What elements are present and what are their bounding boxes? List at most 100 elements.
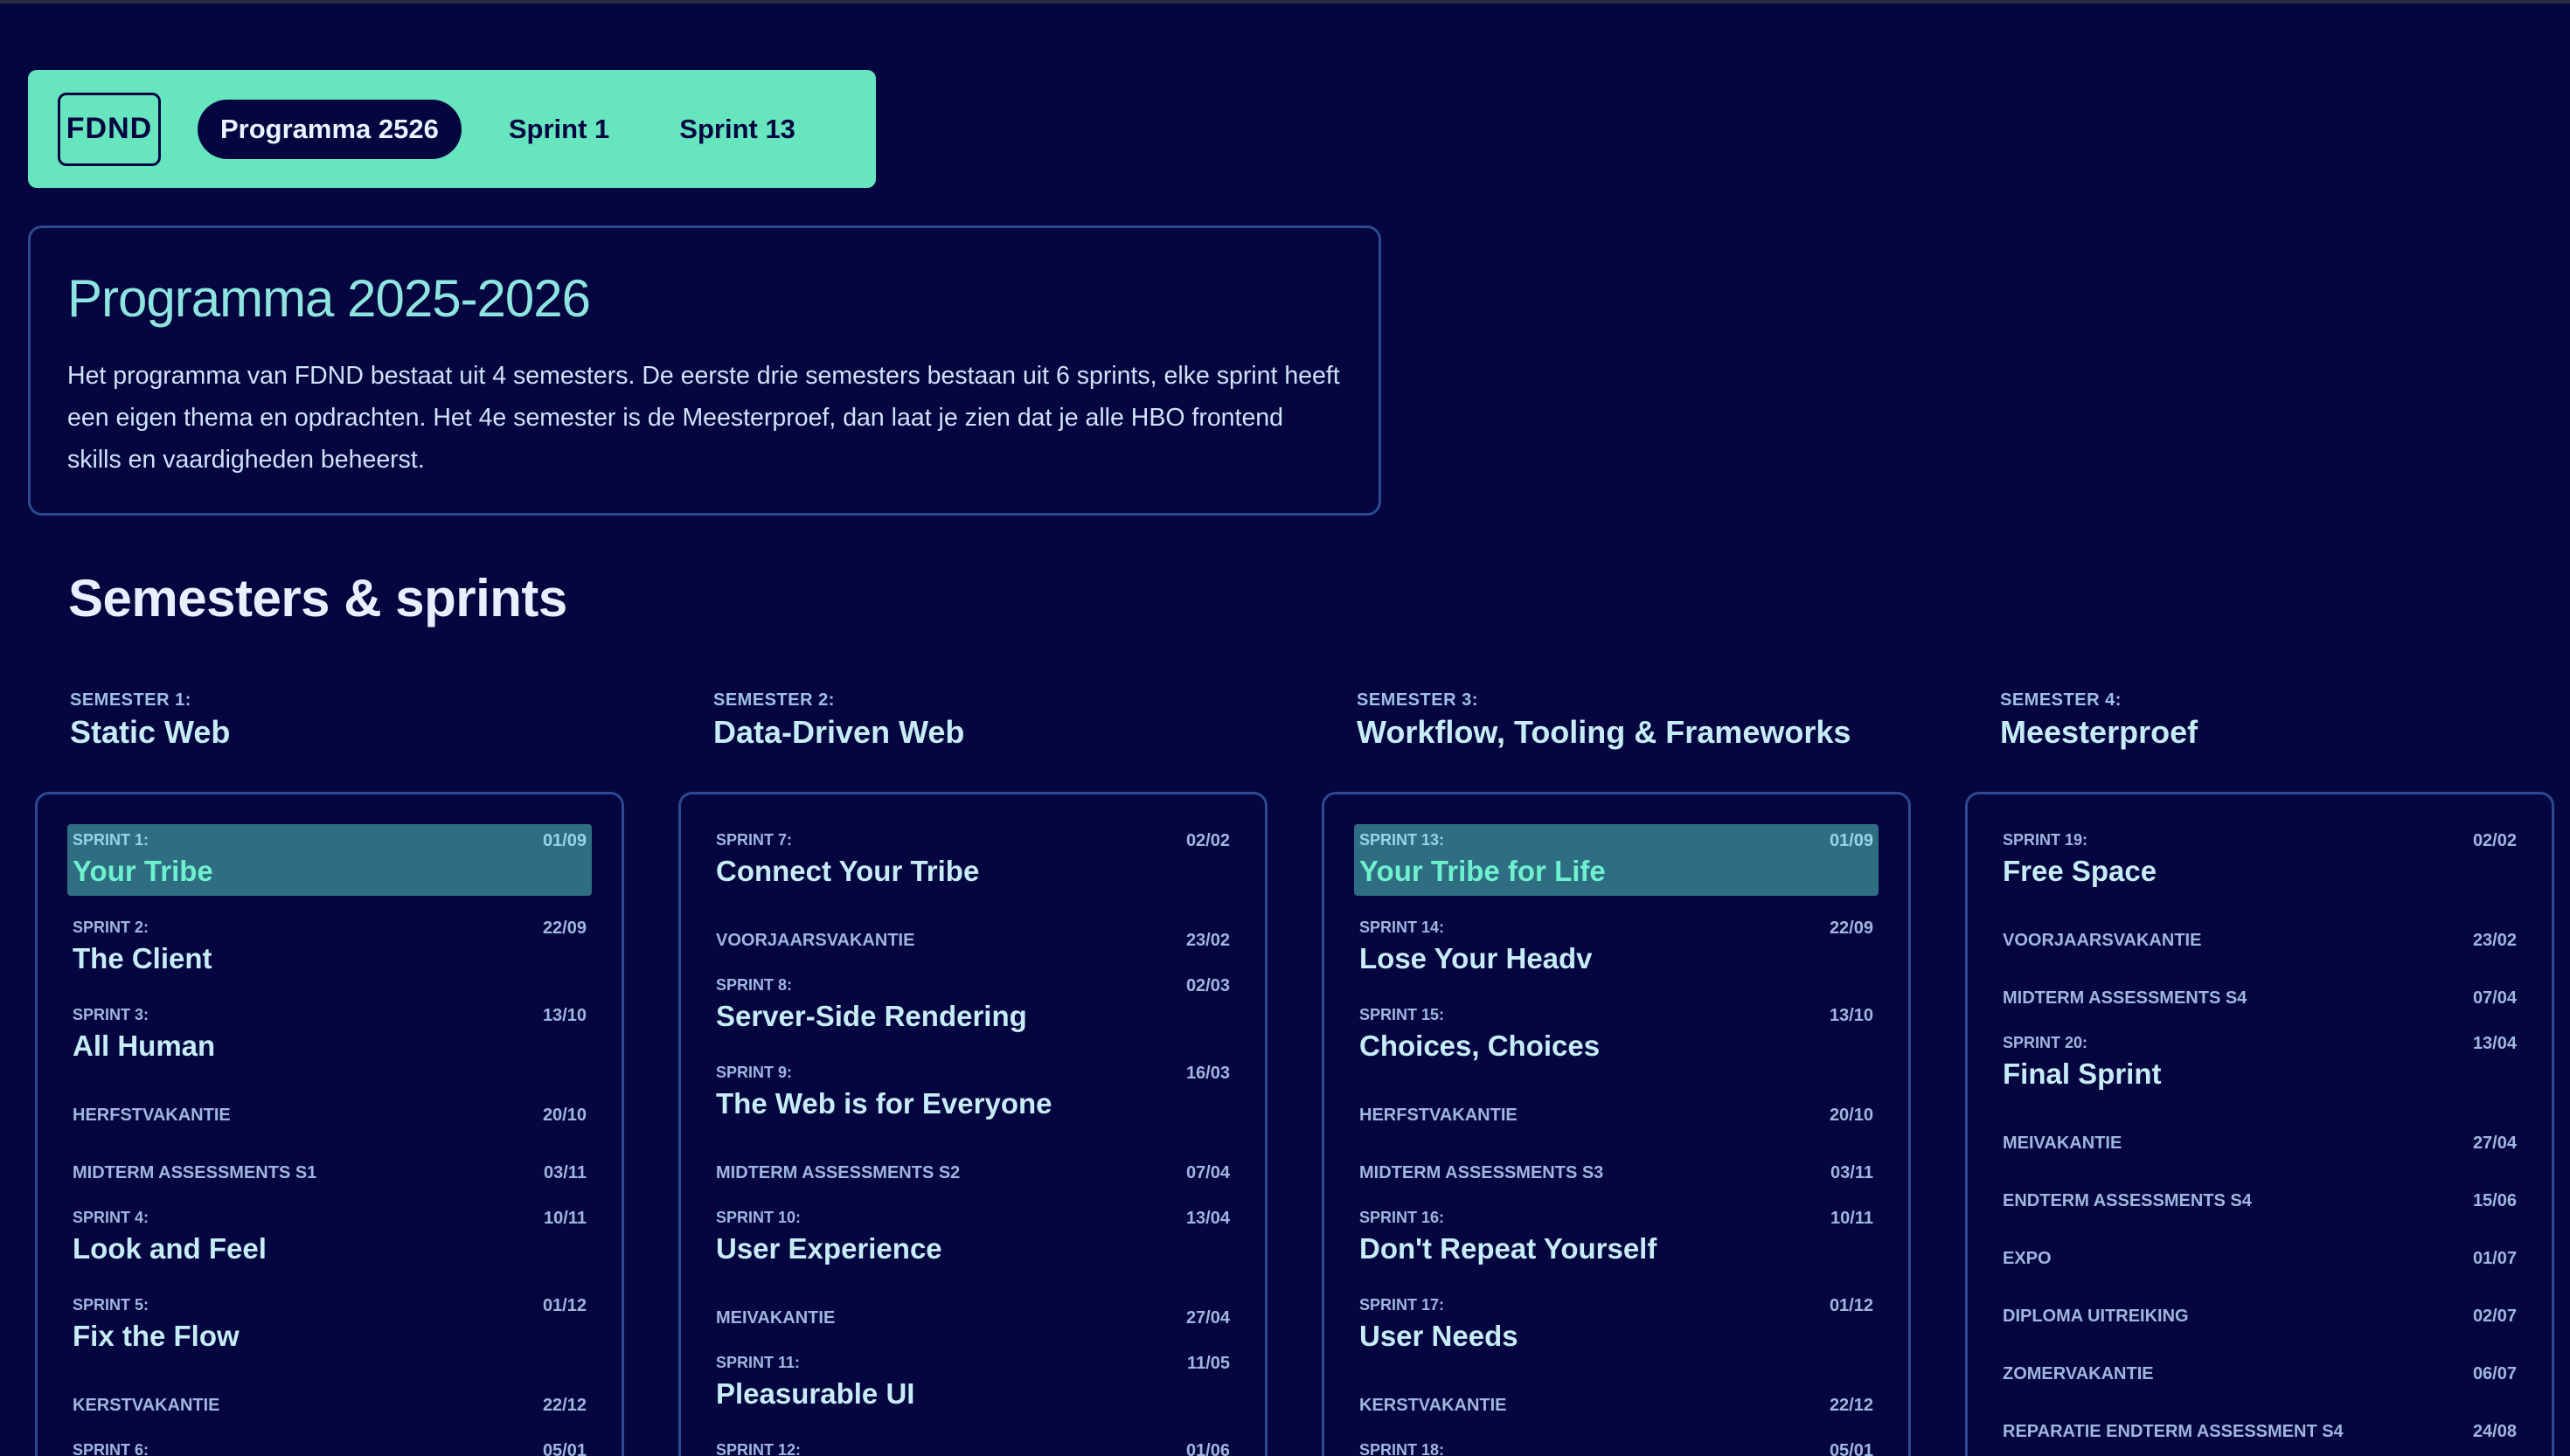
sprint-date: 01/12 <box>1829 1296 1873 1315</box>
event-label: Voorjaarsvakantie <box>2003 930 2202 950</box>
sprint-text: Sprint 4: Look and Feel <box>73 1209 267 1265</box>
sprint-title: Look and Feel <box>73 1232 267 1265</box>
event-label: Kerstvakantie <box>73 1395 220 1415</box>
event-date: 06/07 <box>2472 1363 2517 1383</box>
sprint-text: Sprint 6: <box>73 1441 149 1456</box>
sprint-date: 22/09 <box>542 919 587 938</box>
sprint-item[interactable]: Sprint 11: Pleasurable UI 11/05 <box>711 1347 1235 1434</box>
sprint-label: Sprint 13: <box>1359 831 1445 849</box>
calendar-event: Expo 01/07 <box>1997 1230 2522 1287</box>
calendar-event: Midterm Assessments S4 07/04 <box>1997 969 2522 1027</box>
sprint-item[interactable]: Sprint 14: Lose Your Headv 22/09 <box>1354 912 1879 999</box>
event-date: 03/11 <box>544 1162 587 1182</box>
sprint-date: 01/09 <box>542 831 587 850</box>
calendar-event: Endterm Assessments S4 15/06 <box>1997 1172 2522 1230</box>
sprint-date: 01/12 <box>542 1296 587 1315</box>
sprint-date: 13/10 <box>1829 1006 1873 1025</box>
sprint-text: Sprint 18: <box>1359 1441 1444 1456</box>
event-date: 22/12 <box>1829 1395 1873 1415</box>
sprint-item[interactable]: Sprint 19: Free Space 02/02 <box>1997 824 2522 896</box>
sprint-date: 05/01 <box>1829 1441 1873 1456</box>
sprint-title: User Needs <box>1359 1320 1518 1352</box>
sprint-label: Sprint 20: <box>2003 1034 2088 1051</box>
semester-label: Semester 1: <box>70 690 191 710</box>
event-date: 07/04 <box>1185 1162 1230 1182</box>
sprint-date: 10/11 <box>544 1209 587 1228</box>
sprint-date: 02/02 <box>2472 831 2517 850</box>
sprint-label: Sprint 15: <box>1359 1006 1445 1023</box>
sprint-item[interactable]: Sprint 16: Don't Repeat Yourself 10/11 <box>1354 1202 1879 1289</box>
event-label: Herfstvakantie <box>73 1105 231 1125</box>
sprint-item[interactable]: Sprint 9: The Web is for Everyone 16/03 <box>711 1057 1235 1144</box>
semester-label: Semester 2: <box>713 690 835 710</box>
sprint-date: 02/03 <box>1185 976 1230 995</box>
sprint-title: Fix the Flow <box>73 1320 240 1352</box>
sprint-label: Sprint 2: <box>73 919 149 936</box>
semester-title: Static Web <box>70 714 231 750</box>
sprint-date: 16/03 <box>1185 1064 1230 1083</box>
sprint-item[interactable]: Sprint 20: Final Sprint 13/04 <box>1997 1027 2522 1114</box>
nav-link-programma[interactable]: Programma 2526 <box>198 99 462 159</box>
sprint-text: Sprint 10: User Experience <box>716 1209 942 1265</box>
sprint-title: Your Tribe for Life <box>1359 855 1606 887</box>
sprint-item[interactable]: Sprint 15: Choices, Choices 13/10 <box>1354 999 1879 1086</box>
sprint-date: 13/04 <box>1185 1209 1230 1228</box>
nav-link-sprint-1[interactable]: Sprint 1 <box>486 100 632 159</box>
event-date: 27/04 <box>2472 1133 2517 1153</box>
sprint-label: Sprint 16: <box>1359 1209 1445 1226</box>
sprint-item[interactable]: Sprint 2: The Client 22/09 <box>67 912 592 999</box>
sprint-item[interactable]: Sprint 10: User Experience 13/04 <box>711 1202 1235 1289</box>
semester-label: Semester 3: <box>1357 690 1478 710</box>
sprint-label: Sprint 17: <box>1359 1296 1445 1314</box>
sprint-label: Sprint 18: <box>1359 1441 1445 1456</box>
semester-header: Semester 1: Static Web <box>70 690 230 751</box>
sprint-label: Sprint 1: <box>73 831 149 849</box>
event-label: Diploma uitreiking <box>2003 1306 2189 1326</box>
event-date: 02/07 <box>2472 1306 2517 1326</box>
fdnd-logo[interactable]: FDND <box>58 92 161 166</box>
sprint-label: Sprint 19: <box>2003 831 2088 849</box>
calendar-event: Reparatie Endterm Assessment S4 24/08 <box>1997 1403 2522 1456</box>
event-date: 24/08 <box>2472 1421 2517 1441</box>
sprint-date: 22/09 <box>1829 919 1873 938</box>
event-date: 27/04 <box>1185 1307 1230 1328</box>
nav-link-sprint-13[interactable]: Sprint 13 <box>656 100 818 159</box>
sprint-item[interactable]: Sprint 4: Look and Feel 10/11 <box>67 1202 592 1289</box>
sprint-date: 13/04 <box>2472 1034 2517 1053</box>
event-date: 20/10 <box>1829 1105 1873 1125</box>
sprint-item[interactable]: Sprint 3: All Human 13/10 <box>67 999 592 1086</box>
sprint-item[interactable]: Sprint 18: 05/01 <box>1354 1434 1879 1456</box>
event-label: Reparatie Endterm Assessment S4 <box>2003 1421 2344 1441</box>
sprint-label: Sprint 8: <box>716 976 793 994</box>
calendar-event: Midterm Assessments S1 03/11 <box>67 1144 592 1202</box>
sprint-item[interactable]: Sprint 13: Your Tribe for Life 01/09 <box>1354 824 1879 896</box>
sprint-item[interactable]: Sprint 6: 05/01 <box>67 1434 592 1456</box>
sprint-date: 01/06 <box>1185 1441 1230 1456</box>
sprint-item[interactable]: Sprint 17: User Needs 01/12 <box>1354 1289 1879 1376</box>
sprint-item[interactable]: Sprint 1: Your Tribe 01/09 <box>67 824 592 896</box>
calendar-event: Diploma uitreiking 02/07 <box>1997 1287 2522 1345</box>
sprint-text: Sprint 14: Lose Your Headv <box>1359 919 1593 975</box>
semester-title: Workflow, Tooling & Frameworks <box>1357 714 1851 750</box>
event-label: Zomervakantie <box>2003 1363 2154 1383</box>
sprint-item[interactable]: Sprint 7: Connect Your Tribe 02/02 <box>711 824 1235 896</box>
sprint-date: 10/11 <box>1830 1209 1873 1228</box>
sprint-title: Your Tribe <box>73 855 213 887</box>
sprint-text: Sprint 2: The Client <box>73 919 212 975</box>
sprint-item[interactable]: Sprint 5: Fix the Flow 01/12 <box>67 1289 592 1376</box>
sprint-date: 05/01 <box>542 1441 587 1456</box>
sprint-title: The Web is for Everyone <box>716 1087 1052 1120</box>
sprint-label: Sprint 6: <box>73 1441 149 1456</box>
sprint-title: Lose Your Headv <box>1359 942 1593 974</box>
calendar-event: Voorjaarsvakantie 23/02 <box>711 912 1235 969</box>
sprint-title: Pleasurable UI <box>716 1377 915 1410</box>
sprint-date: 01/09 <box>1829 831 1873 850</box>
intro-text: Het programma van FDND bestaat uit 4 sem… <box>67 362 1340 474</box>
sprint-title: Free Space <box>2003 855 2157 887</box>
event-label: Voorjaarsvakantie <box>716 930 915 950</box>
sprint-item[interactable]: Sprint 8: Server-Side Rendering 02/03 <box>711 969 1235 1057</box>
event-label: Herfstvakantie <box>1359 1105 1518 1125</box>
sprint-text: Sprint 13: Your Tribe for Life <box>1359 831 1606 888</box>
semester-title: Meesterproef <box>2000 714 2198 750</box>
sprint-item[interactable]: Sprint 12: 01/06 <box>711 1434 1235 1456</box>
